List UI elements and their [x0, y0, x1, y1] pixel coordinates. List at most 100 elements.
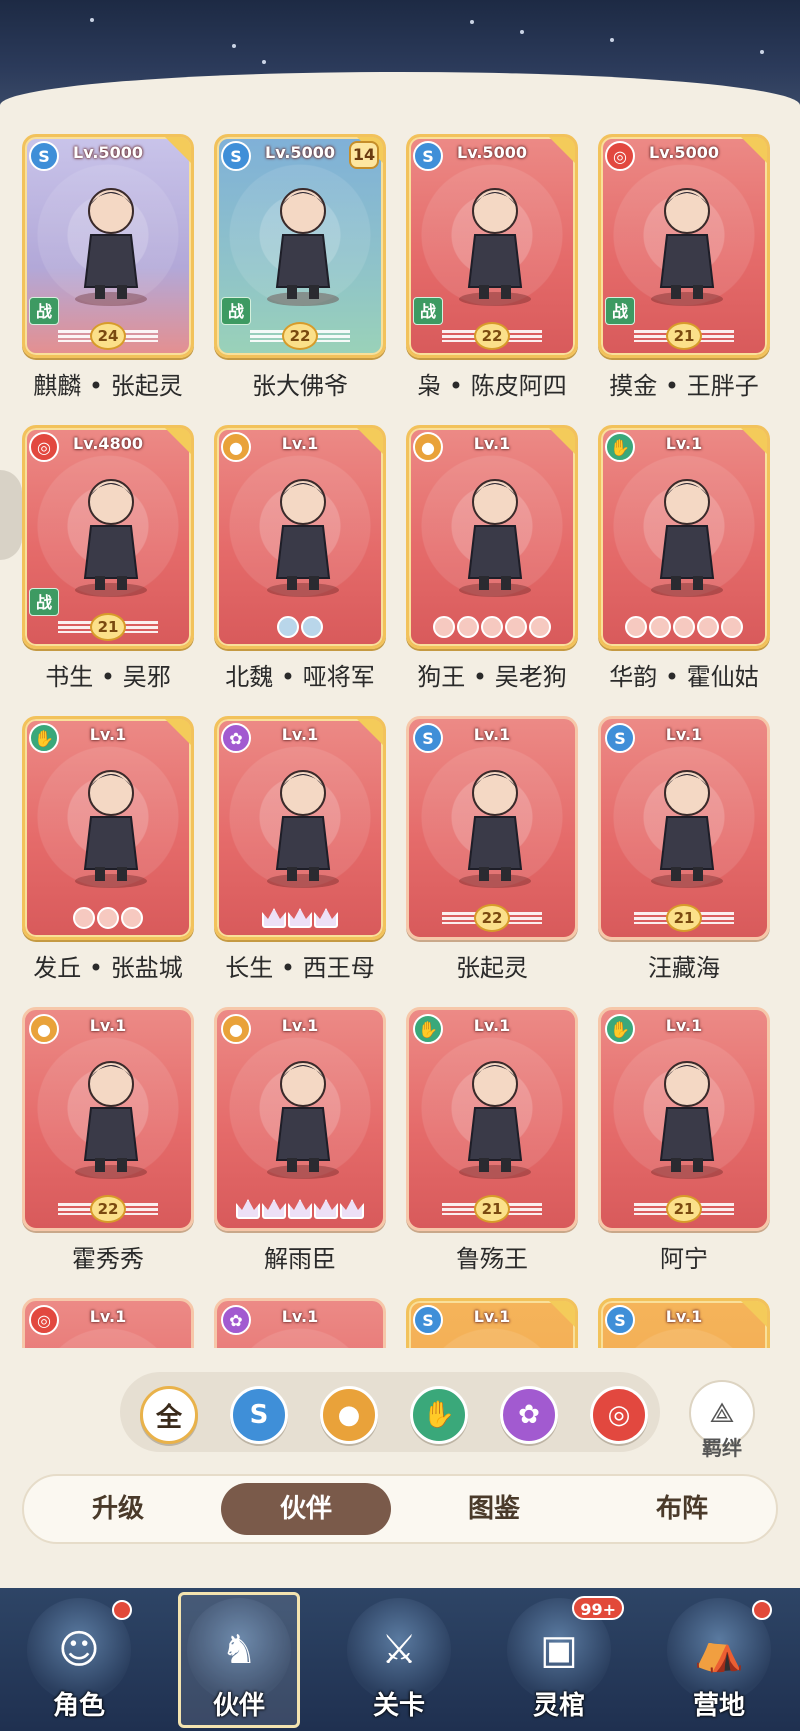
notification-count-badge: 99+ [572, 1596, 624, 1620]
earth-icon: ● [337, 1400, 361, 1430]
rank-indicator: 22 [409, 903, 575, 933]
crown-rank-icon [314, 908, 338, 928]
partner-card[interactable]: S Lv.1 21 汪藏海 [598, 716, 770, 983]
partner-card-frame[interactable]: ✿ Lv.1 [214, 1298, 386, 1348]
partner-name: 张大佛爷 [252, 372, 348, 400]
partner-card[interactable]: S Lv.5000 14 战 22 张大佛爷 [214, 134, 386, 401]
tab-2[interactable]: 图鉴 [409, 1483, 579, 1535]
partner-card[interactable]: ◎ Lv.5000 战 21 摸金 • 王胖子 [598, 134, 770, 401]
partner-card-frame[interactable]: S Lv.1 [598, 1298, 770, 1348]
moon-rank-icon [625, 616, 647, 638]
filter-earth-button[interactable]: ● [320, 1386, 378, 1444]
partner-card-frame[interactable]: ◎ Lv.5000 战 21 [598, 134, 770, 358]
hero-portrait [253, 468, 353, 598]
tab-1[interactable]: 伙伴 [221, 1483, 391, 1535]
nav-label: 角色 [52, 1691, 105, 1721]
filter-fire-button[interactable]: ◎ [590, 1386, 648, 1444]
hero-portrait [445, 1341, 545, 1348]
partner-card[interactable]: ✋ Lv.1 发丘 • 张盐城 [22, 716, 194, 983]
partner-tabs: 升级 伙伴 图鉴 布阵 [22, 1474, 778, 1544]
partner-card[interactable]: ● Lv.1 解雨臣 [214, 1007, 386, 1274]
rank-indicator [409, 612, 575, 642]
partner-card[interactable]: S Lv.5000 战 22 枭 • 陈皮阿四 [406, 134, 578, 401]
cloud-rank-icon [277, 616, 299, 638]
level-label: Lv.5000 [649, 143, 719, 162]
hero-portrait [445, 1050, 545, 1180]
rank-indicator [25, 903, 191, 933]
hero-portrait [61, 1050, 161, 1180]
partner-card-frame[interactable]: S Lv.5000 战 24 [22, 134, 194, 358]
filter-dragon-button[interactable]: S [230, 1386, 288, 1444]
partner-card[interactable]: ✿ Lv.1 长生 • 西王母 [214, 716, 386, 983]
filter-lotus-button[interactable]: ✿ [500, 1386, 558, 1444]
partner-card-frame[interactable]: S Lv.5000 战 22 [406, 134, 578, 358]
partner-card-frame[interactable]: ● Lv.1 [214, 1007, 386, 1231]
partner-card[interactable]: ✿ Lv.1 [214, 1298, 386, 1348]
hero-portrait [253, 1341, 353, 1348]
tab-3[interactable]: 布阵 [597, 1483, 767, 1535]
level-label: Lv.1 [473, 1016, 511, 1035]
partner-card-frame[interactable]: ● Lv.1 [214, 425, 386, 649]
partner-card-frame[interactable]: ● Lv.1 22 [22, 1007, 194, 1231]
partner-card[interactable]: ✋ Lv.1 21 阿宁 [598, 1007, 770, 1274]
partner-card[interactable]: ✋ Lv.1 21 鲁殇王 [406, 1007, 578, 1274]
partner-card[interactable]: ◎ Lv.1 [22, 1298, 194, 1348]
partner-card[interactable]: ◎ Lv.4800 战 21 书生 • 吴邪 [22, 425, 194, 692]
partner-card-frame[interactable]: S Lv.1 21 [598, 716, 770, 940]
level-label: Lv.1 [473, 725, 511, 744]
crown-rank-icon [340, 1199, 364, 1219]
partner-card-frame[interactable]: ◎ Lv.1 [22, 1298, 194, 1348]
tab-0[interactable]: 升级 [33, 1483, 203, 1535]
rank-indicator: 21 [601, 903, 767, 933]
level-label: Lv.1 [89, 1307, 127, 1326]
filter-all-button[interactable]: 全 [140, 1386, 198, 1444]
nav-item-coffin[interactable]: ▣ 99+ 灵棺 [494, 1592, 624, 1728]
nav-item-camp[interactable]: ⛺ 营地 [654, 1592, 784, 1728]
partner-card-frame[interactable]: ● Lv.1 [406, 425, 578, 649]
partner-card-frame[interactable]: S Lv.1 [406, 1298, 578, 1348]
partner-card-frame[interactable]: ✋ Lv.1 [22, 716, 194, 940]
partner-card-frame[interactable]: ✋ Lv.1 [598, 425, 770, 649]
crown-rank-icon [262, 1199, 286, 1219]
partner-card-frame[interactable]: ✋ Lv.1 21 [598, 1007, 770, 1231]
level-label: Lv.1 [89, 1016, 127, 1035]
nav-label: 营地 [692, 1691, 745, 1721]
partner-card[interactable]: ● Lv.1 狗王 • 吴老狗 [406, 425, 578, 692]
nav-item-partner[interactable]: ♞ 伙伴 [174, 1592, 304, 1728]
partner-card-frame[interactable]: ◎ Lv.4800 战 21 [22, 425, 194, 649]
moon-rank-icon [697, 616, 719, 638]
partner-grid-viewport[interactable]: S Lv.5000 战 24 麒麟 • 张起灵 S Lv.5000 14 战 22 张大佛爷 S Lv.… [0, 128, 800, 1348]
level-label: Lv.1 [665, 434, 703, 453]
rank-indicator [217, 612, 383, 642]
partner-card-frame[interactable]: ✿ Lv.1 [214, 716, 386, 940]
crown-rank-icon [288, 908, 312, 928]
partner-card-frame[interactable]: S Lv.1 22 [406, 716, 578, 940]
filter-hand-button[interactable]: ✋ [410, 1386, 468, 1444]
notification-dot [112, 1600, 132, 1620]
crown-rank-icon [288, 1199, 312, 1219]
winged-star-badge: 24 [58, 322, 158, 350]
partner-name: 北魏 • 哑将军 [225, 663, 375, 691]
moon-rank-icon [121, 907, 143, 929]
moon-rank-icon [529, 616, 551, 638]
level-label: Lv.1 [473, 1307, 511, 1326]
bond-button[interactable]: ⟁ 羁绊 [686, 1380, 758, 1460]
hero-portrait [445, 177, 545, 307]
partner-card-frame[interactable]: S Lv.5000 14 战 22 [214, 134, 386, 358]
partner-name: 汪藏海 [648, 954, 720, 982]
partner-card[interactable]: S Lv.1 [598, 1298, 770, 1348]
partner-card[interactable]: S Lv.5000 战 24 麒麟 • 张起灵 [22, 134, 194, 401]
level-label: Lv.1 [281, 1307, 319, 1326]
star-rank-number: 24 [90, 322, 126, 350]
partner-card[interactable]: S Lv.1 22 张起灵 [406, 716, 578, 983]
winged-star-badge: 22 [442, 322, 542, 350]
rank-indicator: 21 [409, 1194, 575, 1224]
crown-rank-icon [236, 1199, 260, 1219]
nav-item-stage[interactable]: ⚔ 关卡 [334, 1592, 464, 1728]
partner-card[interactable]: ✋ Lv.1 华韵 • 霍仙姑 [598, 425, 770, 692]
partner-card[interactable]: ● Lv.1 22 霍秀秀 [22, 1007, 194, 1274]
partner-card[interactable]: S Lv.1 [406, 1298, 578, 1348]
partner-card-frame[interactable]: ✋ Lv.1 21 [406, 1007, 578, 1231]
nav-item-character[interactable]: ☺ 角色 [14, 1592, 144, 1728]
partner-card[interactable]: ● Lv.1 北魏 • 哑将军 [214, 425, 386, 692]
